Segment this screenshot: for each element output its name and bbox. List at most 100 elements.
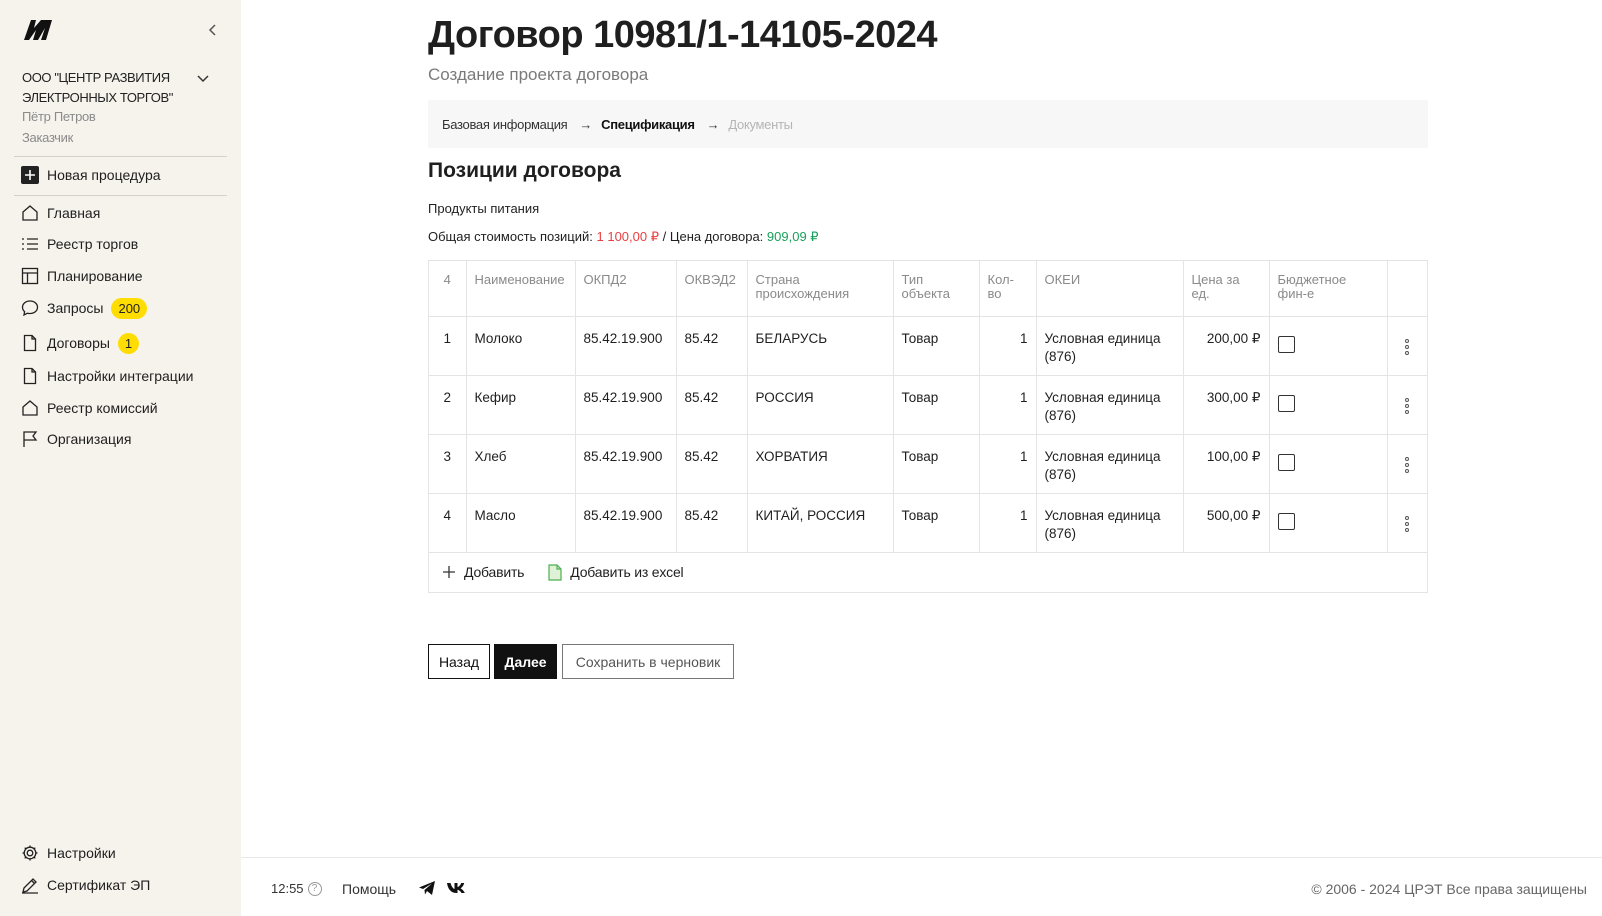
totals-line: Общая стоимость позиций: 1 100,00 ₽ / Це… [428, 229, 819, 245]
sidebar-item-trade-registry[interactable]: Реестр торгов [14, 231, 227, 257]
vk-icon[interactable] [446, 880, 466, 896]
table-icon [20, 266, 40, 286]
collapse-sidebar-icon[interactable] [205, 22, 221, 38]
header-count: 4 [429, 261, 467, 317]
requests-count-badge: 200 [111, 297, 148, 319]
positions-table: 4 Наименование ОКПД2 ОКВЭД2 Страна проис… [428, 260, 1428, 593]
sidebar-item-commission-registry[interactable]: Реестр комиссий [14, 395, 227, 421]
cell-okei: Условная единица (876) [1036, 493, 1184, 553]
question-icon[interactable]: ? [307, 881, 322, 896]
cell-actions [1387, 375, 1427, 435]
new-procedure-button[interactable]: Новая процедура [14, 162, 227, 188]
back-button[interactable]: Назад [428, 644, 490, 679]
cell-number: 1 [429, 316, 467, 376]
footer-divider [241, 857, 1602, 858]
more-vertical-icon[interactable] [1396, 397, 1420, 414]
header-price: Цена за ед. [1183, 261, 1270, 317]
help-link[interactable]: Помощь [342, 881, 396, 897]
cell-country: КИТАЙ, РОССИЯ [747, 493, 894, 553]
sidebar-item-planning[interactable]: Планирование [14, 263, 227, 289]
cell-okved2: 85.42 [676, 316, 748, 376]
user-role: Заказчик [22, 130, 73, 145]
budget-checkbox[interactable] [1277, 453, 1295, 471]
cell-country: БЕЛАРУСЬ [747, 316, 894, 376]
cell-okei: Условная единица (876) [1036, 434, 1184, 494]
header-actions [1387, 261, 1427, 317]
home-icon [20, 203, 40, 223]
new-procedure-label: Новая процедура [47, 167, 161, 183]
plus-icon [443, 566, 455, 578]
chevron-down-icon[interactable] [195, 72, 211, 86]
section-title: Позиции договора [428, 159, 621, 182]
sidebar-item-label: Главная [47, 205, 101, 221]
contract-price-label: / Цена договора: [662, 229, 764, 244]
sidebar-item-certificate[interactable]: Сертификат ЭП [14, 872, 227, 898]
sidebar-item-label: Реестр комиссий [47, 400, 158, 416]
header-okpd2: ОКПД2 [575, 261, 677, 317]
sidebar-item-label: Планирование [47, 268, 143, 284]
step-basic-info[interactable]: Базовая информация [442, 117, 568, 132]
more-vertical-icon[interactable] [1396, 456, 1420, 473]
budget-checkbox[interactable] [1277, 335, 1295, 353]
sidebar-item-integration-settings[interactable]: Настройки интеграции [14, 363, 227, 389]
sidebar-item-home[interactable]: Главная [14, 200, 227, 226]
cell-actions [1387, 434, 1427, 494]
list-icon [20, 234, 40, 254]
cell-name: Хлеб [466, 434, 576, 494]
organization-name[interactable]: ООО "ЦЕНТР РАЗВИТИЯ ЭЛЕКТРОННЫХ ТОРГОВ" [22, 68, 202, 108]
cell-type: Товар [893, 316, 980, 376]
header-budget: Бюджетное фин-е [1269, 261, 1388, 317]
sidebar-item-label: Запросы [47, 300, 104, 316]
sidebar-item-contracts[interactable]: Договоры 1 [14, 330, 227, 356]
table-footer: Добавить Добавить из excel [429, 553, 1427, 592]
add-position-label: Добавить [464, 564, 525, 580]
add-position-button[interactable]: Добавить [442, 564, 524, 580]
cell-name: Кефир [466, 375, 576, 435]
budget-checkbox[interactable] [1277, 394, 1295, 412]
header-type: Тип объекта [893, 261, 980, 317]
pen-icon [20, 875, 40, 895]
save-draft-button[interactable]: Сохранить в черновик [562, 644, 734, 679]
sidebar-item-label: Настройки [47, 845, 116, 861]
cell-number: 3 [429, 434, 467, 494]
table-row: 3 Хлеб 85.42.19.900 85.42 ХОРВАТИЯ Товар… [429, 434, 1427, 494]
sidebar-item-label: Настройки интеграции [47, 368, 194, 384]
cell-actions [1387, 493, 1427, 553]
step-specification[interactable]: Спецификация [601, 117, 695, 132]
cell-okei: Условная единица (876) [1036, 375, 1184, 435]
add-from-excel-label: Добавить из excel [570, 564, 684, 580]
logo-icon[interactable] [22, 18, 56, 42]
flag-icon [20, 429, 40, 449]
sidebar-item-label: Сертификат ЭП [47, 877, 151, 893]
table-row: 4 Масло 85.42.19.900 85.42 КИТАЙ, РОССИЯ… [429, 493, 1427, 553]
more-vertical-icon[interactable] [1396, 338, 1420, 355]
user-name: Пётр Петров [22, 109, 96, 124]
cell-budget [1269, 375, 1388, 435]
more-vertical-icon[interactable] [1396, 515, 1420, 532]
page-title: Договор 10981/1-14105-2024 [428, 14, 938, 56]
sidebar-item-organization[interactable]: Организация [14, 426, 227, 452]
sidebar-item-requests[interactable]: Запросы 200 [14, 295, 227, 321]
contract-price-value: 909,09 ₽ [766, 229, 819, 244]
cell-okpd2: 85.42.19.900 [575, 316, 677, 376]
add-from-excel-button[interactable]: Добавить из excel [548, 563, 684, 581]
gear-icon [20, 843, 40, 863]
cell-actions [1387, 316, 1427, 376]
header-okei: ОКЕИ [1036, 261, 1184, 317]
document-icon [20, 366, 40, 386]
step-arrow: → [579, 116, 593, 132]
cell-budget [1269, 493, 1388, 553]
header-okved2: ОКВЭД2 [676, 261, 748, 317]
sidebar-item-settings[interactable]: Настройки [14, 840, 227, 866]
totals-label: Общая стоимость позиций: [428, 229, 593, 244]
breadcrumb: Базовая информация → Спецификация → Доку… [428, 100, 1428, 148]
step-arrow: → [706, 116, 720, 132]
cell-name: Молоко [466, 316, 576, 376]
telegram-icon[interactable] [418, 880, 436, 896]
total-positions-value: 1 100,00 ₽ [596, 229, 660, 244]
next-button[interactable]: Далее [494, 644, 557, 679]
cell-name: Масло [466, 493, 576, 553]
budget-checkbox[interactable] [1277, 512, 1295, 530]
header-name: Наименование [466, 261, 576, 317]
cell-okpd2: 85.42.19.900 [575, 375, 677, 435]
